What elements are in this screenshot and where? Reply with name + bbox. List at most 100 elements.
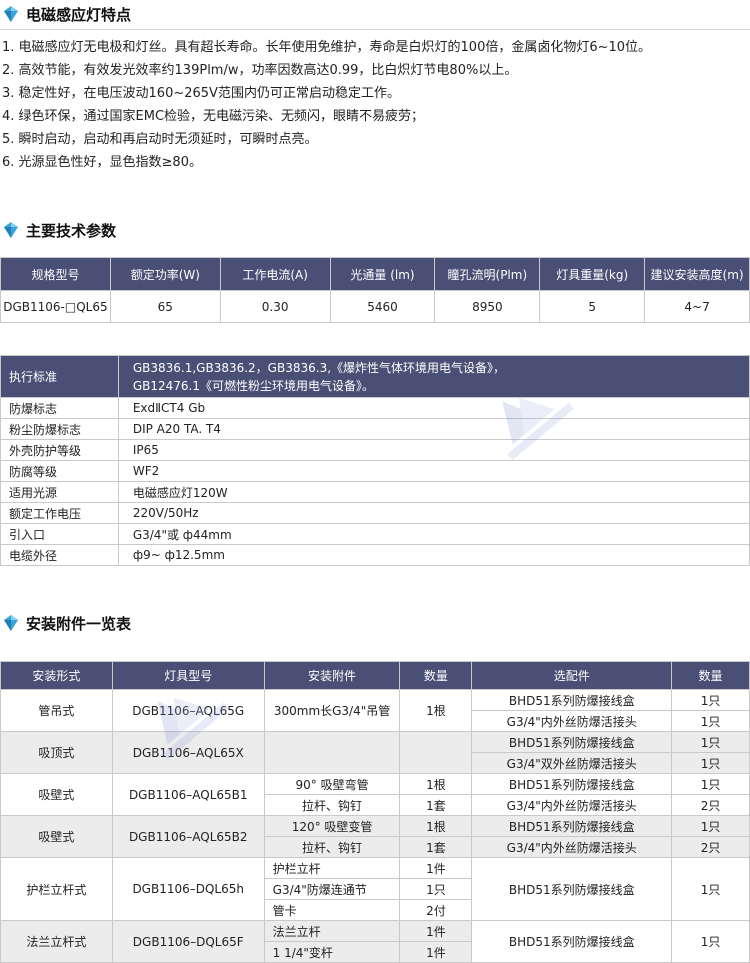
table-header-row: 规格型号 额定功率(W) 工作电流(A) 光通量 (lm) 瞳孔流明(Plm) … <box>0 257 750 291</box>
table-row: 防腐等级 WF2 <box>0 460 750 482</box>
option-qty: 2只 <box>671 836 750 858</box>
spec-table: 执行标准 GB3836.1,GB3836.2，GB3836.3,《爆炸性气体环境… <box>0 355 750 566</box>
table-row: 外壳防护等级 IP65 <box>0 439 750 461</box>
spec-label: 额定工作电压 <box>0 502 119 524</box>
option-item: G3/4"内外丝防爆活接头 <box>471 710 673 732</box>
params-title: 主要技术参数 <box>26 221 117 240</box>
feature-item: 1. 电磁感应灯无电极和灯丝。具有超长寿命。长年使用免维护，寿命是白炽灯的100… <box>2 40 652 55</box>
option-item: G3/4"双外丝防爆活接头 <box>471 752 673 774</box>
table-cell: 4~7 <box>644 290 750 323</box>
accessory: 120° 吸壁变管 <box>263 815 401 837</box>
accessory-qty: 1件 <box>399 941 473 963</box>
accessory-qty: 1只 <box>399 878 473 900</box>
spec-value: ExdⅡCT4 Gb <box>117 397 750 419</box>
option-item: G3/4"内外丝防爆活接头 <box>471 836 673 858</box>
option-item: BHD51系列防爆接线盒 <box>471 920 673 963</box>
feature-item: 5. 瞬时启动，启动和再启动时无须延时，可瞬时点亮。 <box>2 132 318 147</box>
feature-item: 2. 高效节能，有效发光效率约139Plm/w，功率因数高达0.99，比白炽灯节… <box>2 63 518 78</box>
option-qty: 1只 <box>671 773 750 795</box>
accessory-qty: 1套 <box>399 794 473 816</box>
lamp-model: DGB1106–AQL65G <box>111 689 265 732</box>
accessories-title: 安装附件一览表 <box>26 614 132 633</box>
option-item: BHD51系列防爆接线盒 <box>471 857 673 921</box>
table-cell: 5 <box>539 290 646 323</box>
accessory-qty: 1件 <box>399 857 473 879</box>
table-cell: 5460 <box>329 290 436 323</box>
lamp-model: DGB1106–DQL65h <box>111 857 265 921</box>
header-cell: 数量 <box>399 661 473 690</box>
option-item: BHD51系列防爆接线盒 <box>471 773 673 795</box>
header-cell: 数量 <box>671 661 750 690</box>
table-row: DGB1106-□QL65 65 0.30 5460 8950 5 4~7 <box>0 290 750 323</box>
features-section-header: 电磁感应灯特点 <box>0 0 750 28</box>
lamp-model: DGB1106–AQL65X <box>111 731 265 774</box>
gem-icon <box>4 6 18 22</box>
accessory-qty: 1根 <box>399 689 473 732</box>
table-row: 引入口 G3/4"或 ф44mm <box>0 523 750 545</box>
table-header-row: 安装形式 灯具型号 安装附件 数量 选配件 数量 <box>0 661 750 690</box>
spec-label: 粉尘防爆标志 <box>0 418 119 440</box>
feature-item: 6. 光源显色性好，显色指数≥80。 <box>2 155 202 170</box>
table-row: 吸顶式 DGB1106–AQL65X BHD51系列防爆接线盒 1只 <box>0 731 750 774</box>
table-row: 护栏立杆式 DGB1106–DQL65h 护栏立杆 1件 BHD51系列防爆接线… <box>0 857 750 921</box>
option-qty: 1只 <box>671 710 750 732</box>
spec-value: GB3836.1,GB3836.2，GB3836.3,《爆炸性气体环境用电气设备… <box>117 355 750 398</box>
accessory-qty: 1件 <box>399 920 473 942</box>
install-form: 吸壁式 <box>0 815 113 858</box>
table-row: 吸壁式 DGB1106–AQL65B1 90° 吸壁弯管 1根 BHD51系列防… <box>0 773 750 816</box>
table-cell: 0.30 <box>219 290 331 323</box>
spec-label: 引入口 <box>0 523 119 545</box>
install-form: 吸壁式 <box>0 773 113 816</box>
header-cell: 选配件 <box>471 661 673 690</box>
table-cell: 65 <box>109 290 221 323</box>
option-qty: 2只 <box>671 794 750 816</box>
option-item: BHD51系列防爆接线盒 <box>471 689 673 711</box>
lamp-model: DGB1106–DQL65F <box>111 920 265 963</box>
table-row: 法兰立杆式 DGB1106–DQL65F 法兰立杆 1件 BHD51系列防爆接线… <box>0 920 750 963</box>
spec-label: 防腐等级 <box>0 460 119 482</box>
table-cell: DGB1106-□QL65 <box>0 290 111 323</box>
option-item: G3/4"内外丝防爆活接头 <box>471 794 673 816</box>
option-qty: 1只 <box>671 815 750 837</box>
option-qty: 1只 <box>671 857 750 921</box>
install-form: 管吊式 <box>0 689 113 732</box>
params-table: 规格型号 额定功率(W) 工作电流(A) 光通量 (lm) 瞳孔流明(Plm) … <box>0 257 750 323</box>
table-row: 管吊式 DGB1106–AQL65G 300mm长G3/4"吊管 1根 BHD5… <box>0 689 750 732</box>
accessory: 1 1/4"变杆 <box>263 941 401 963</box>
install-form: 吸顶式 <box>0 731 113 774</box>
option-qty: 1只 <box>671 689 750 711</box>
install-form: 护栏立杆式 <box>0 857 113 921</box>
spec-value: IP65 <box>117 439 750 461</box>
accessory: 拉杆、钩钉 <box>263 794 401 816</box>
spec-value: 电磁感应灯120W <box>117 481 750 503</box>
option-item: BHD51系列防爆接线盒 <box>471 815 673 837</box>
spec-standard-row: 执行标准 GB3836.1,GB3836.2，GB3836.3,《爆炸性气体环境… <box>0 355 750 398</box>
header-cell: 额定功率(W) <box>109 257 221 291</box>
header-cell: 安装附件 <box>263 661 401 690</box>
spec-value: G3/4"或 ф44mm <box>117 523 750 545</box>
accessory-qty <box>399 731 473 774</box>
install-form: 法兰立杆式 <box>0 920 113 963</box>
accessory: 法兰立杆 <box>263 920 401 942</box>
table-row: 粉尘防爆标志 DIP A20 TA. T4 <box>0 418 750 440</box>
accessory <box>263 731 401 774</box>
accessory-qty: 1套 <box>399 836 473 858</box>
gem-icon <box>4 222 18 238</box>
accessory-qty: 1根 <box>399 815 473 837</box>
lamp-model: DGB1106–AQL65B1 <box>111 773 265 816</box>
lamp-model: DGB1106–AQL65B2 <box>111 815 265 858</box>
option-qty: 1只 <box>671 920 750 963</box>
spec-value: WF2 <box>117 460 750 482</box>
features-title: 电磁感应灯特点 <box>26 5 132 24</box>
option-item: BHD51系列防爆接线盒 <box>471 731 673 753</box>
feature-item: 4. 绿色环保，通过国家EMC检验，无电磁污染、无频闪，眼睛不易疲劳； <box>2 109 425 124</box>
header-cell: 瞳孔流明(Plm) <box>434 257 541 291</box>
spec-value: ф9~ ф12.5mm <box>117 544 750 566</box>
header-cell: 灯具型号 <box>111 661 265 690</box>
accessory: 护栏立杆 <box>263 857 401 879</box>
spec-value: DIP A20 TA. T4 <box>117 418 750 440</box>
divider <box>0 29 750 30</box>
accessory: 管卡 <box>263 899 401 921</box>
accessory: 拉杆、钩钉 <box>263 836 401 858</box>
standard-line-1: GB3836.1,GB3836.2，GB3836.3,《爆炸性气体环境用电气设备… <box>132 360 506 375</box>
